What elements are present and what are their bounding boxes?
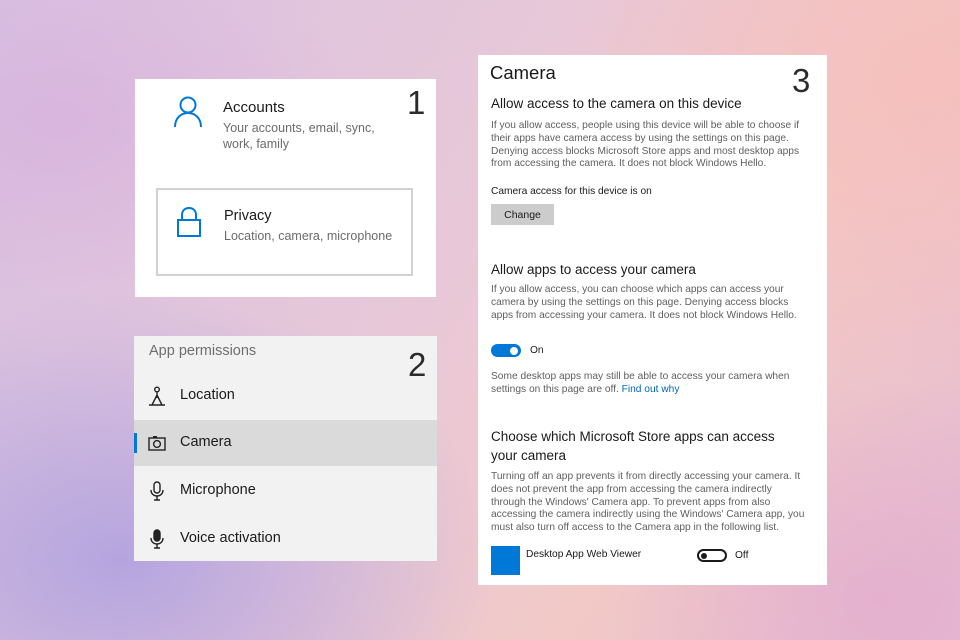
app-icon xyxy=(491,546,520,575)
location-icon xyxy=(149,386,165,406)
device-access-description: If you allow access, people using this d… xyxy=(491,120,800,170)
camera-icon xyxy=(148,436,166,451)
person-icon xyxy=(174,96,202,128)
sidebar-item-camera[interactable]: Camera xyxy=(134,420,437,466)
desktop-apps-note: Some desktop apps may still be able to a… xyxy=(491,371,807,397)
accounts-title: Accounts xyxy=(223,99,285,116)
voice-microphone-icon xyxy=(150,529,164,549)
device-access-heading: Allow access to the camera on this devic… xyxy=(491,96,742,111)
page-title: Camera xyxy=(490,62,556,83)
app-access-toggle[interactable] xyxy=(697,549,727,562)
change-button[interactable]: Change xyxy=(491,204,554,225)
device-access-status: Camera access for this device is on xyxy=(491,186,652,197)
sidebar-item-label: Camera xyxy=(180,434,232,450)
store-apps-description: Turning off an app prevents it from dire… xyxy=(491,471,805,534)
step-number-1: 1 xyxy=(407,84,426,121)
app-name: Desktop App Web Viewer xyxy=(526,549,642,560)
apps-access-heading: Allow apps to access your camera xyxy=(491,262,696,277)
app-permissions-panel: 2 App permissions Location Camera Microp… xyxy=(134,336,437,561)
store-apps-heading: Choose which Microsoft Store apps can ac… xyxy=(491,429,775,463)
microphone-icon xyxy=(150,481,164,501)
sidebar-item-label: Microphone xyxy=(180,482,256,498)
camera-settings-panel: 3 Camera Allow access to the camera on t… xyxy=(478,55,827,585)
sidebar-item-microphone[interactable]: Microphone xyxy=(134,468,437,514)
privacy-tile[interactable]: Privacy Location, camera, microphone xyxy=(156,188,413,276)
sidebar-item-voice-activation[interactable]: Voice activation xyxy=(134,516,437,562)
sidebar-item-label: Location xyxy=(180,387,235,403)
sidebar-item-location[interactable]: Location xyxy=(134,373,437,419)
apps-access-toggle-state: On xyxy=(530,345,544,356)
lock-icon xyxy=(177,206,201,237)
step-number-3: 3 xyxy=(792,62,811,99)
privacy-description: Location, camera, microphone xyxy=(224,229,393,243)
accounts-description: Your accounts, email, sync, work, family xyxy=(223,121,375,151)
sidebar-item-label: Voice activation xyxy=(180,530,281,546)
apps-access-description: If you allow access, you can choose whic… xyxy=(491,284,797,321)
settings-home-panel: 1 Accounts Your accounts, email, sync, w… xyxy=(135,79,436,297)
apps-access-toggle[interactable] xyxy=(491,344,521,357)
privacy-title: Privacy xyxy=(224,208,272,224)
app-access-toggle-state: Off xyxy=(735,550,749,561)
find-out-why-link[interactable]: Find out why xyxy=(622,384,680,395)
app-permissions-heading: App permissions xyxy=(149,343,257,359)
